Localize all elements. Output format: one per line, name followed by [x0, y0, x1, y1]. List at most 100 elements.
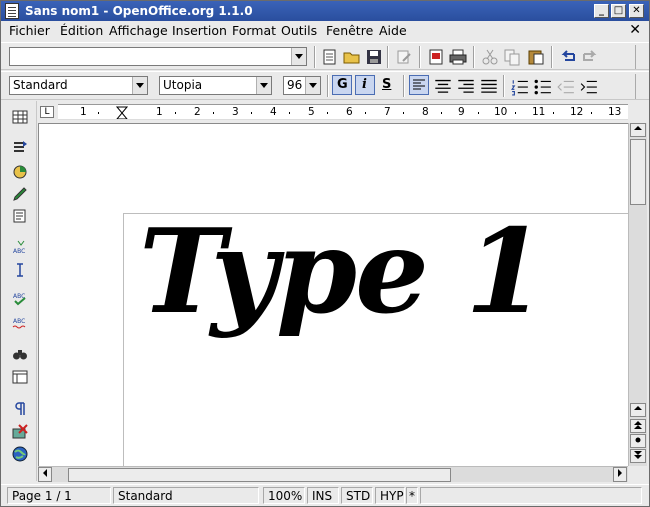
align-right-icon[interactable] — [457, 78, 475, 96]
autocomplete-icon[interactable]: ABC — [12, 239, 28, 255]
minimize-button[interactable]: _ — [594, 4, 609, 18]
ruler-number: 13 — [608, 106, 622, 118]
scroll-left-button[interactable] — [38, 467, 52, 482]
maximize-button[interactable]: □ — [611, 4, 626, 18]
double-down-icon — [634, 451, 642, 459]
export-pdf-icon[interactable] — [427, 48, 445, 66]
url-combobox[interactable] — [9, 47, 307, 66]
title-bar[interactable]: Sans nom1 - OpenOffice.org 1.1.0 _ □ ✕ — [1, 1, 649, 21]
numbering-icon[interactable] — [511, 78, 529, 96]
font-size-value: 96 — [287, 78, 303, 92]
horizontal-scroll-thumb[interactable] — [68, 468, 451, 482]
shadow-button[interactable]: S — [382, 77, 391, 92]
align-left-button[interactable] — [409, 75, 429, 95]
ruler-number: 6 — [346, 106, 353, 118]
menu-insertion[interactable]: Insertion — [172, 23, 227, 38]
previous-page-button[interactable] — [630, 419, 646, 433]
save-icon[interactable] — [365, 48, 383, 66]
print-icon[interactable] — [449, 48, 467, 66]
form-controls-icon[interactable] — [12, 208, 28, 224]
status-insert-mode[interactable]: INS — [307, 487, 339, 504]
new-document-icon[interactable] — [321, 48, 339, 66]
paragraph-style-combobox[interactable]: Standard — [9, 76, 148, 95]
bold-button[interactable]: G — [332, 75, 352, 95]
copy-icon[interactable] — [503, 48, 521, 66]
close-window-button[interactable]: ✕ — [629, 4, 644, 18]
scroll-right-button[interactable] — [613, 467, 627, 482]
menu-outils[interactable]: Outils — [281, 23, 317, 38]
window-title: Sans nom1 - OpenOffice.org 1.1.0 — [25, 4, 253, 18]
font-name-combobox[interactable]: Utopia — [159, 76, 272, 95]
italic-button[interactable]: i — [355, 75, 375, 95]
open-folder-icon[interactable] — [343, 48, 361, 66]
application-window: Sans nom1 - OpenOffice.org 1.1.0 _ □ ✕ F… — [0, 0, 650, 507]
document-icon — [5, 3, 19, 19]
ruler-number: 10 — [494, 106, 508, 118]
status-extra — [420, 487, 642, 504]
document-area[interactable]: Type 1 — [38, 123, 628, 466]
italic-label: i — [362, 77, 367, 92]
scroll-up-button[interactable] — [630, 123, 646, 137]
font-name-dropdown-arrow[interactable] — [256, 77, 271, 94]
scroll-up-small-button[interactable] — [630, 403, 646, 417]
spellcheck-icon[interactable]: ABC — [12, 291, 28, 307]
indent-marker-icon[interactable] — [116, 106, 128, 120]
url-dropdown-arrow[interactable] — [291, 48, 306, 65]
decrease-indent-icon[interactable] — [557, 78, 575, 96]
nonprinting-characters-icon[interactable] — [12, 401, 28, 417]
cut-icon[interactable] — [481, 48, 499, 66]
toolbar-scroll-grip[interactable] — [635, 45, 645, 69]
font-size-dropdown-arrow[interactable] — [305, 77, 320, 94]
redo-icon[interactable] — [581, 48, 599, 66]
find-replace-icon[interactable] — [12, 346, 28, 362]
toolbar-scroll-grip[interactable] — [635, 74, 645, 99]
navigation-button[interactable] — [630, 434, 646, 448]
horizontal-ruler[interactable]: L 1 1 2 3 4 5 6 7 8 9 10 11 12 13 — [38, 102, 628, 122]
status-style[interactable]: Standard — [113, 487, 259, 504]
menu-aide[interactable]: Aide — [379, 23, 407, 38]
status-page[interactable]: Page 1 / 1 — [7, 487, 111, 504]
status-selection-mode[interactable]: STD — [341, 487, 373, 504]
increase-indent-icon[interactable] — [580, 78, 598, 96]
format-toolbar: Standard Utopia 96 G i S — [1, 71, 649, 100]
ruler-tick — [175, 112, 176, 114]
font-size-combobox[interactable]: 96 — [283, 76, 321, 95]
show-draw-functions-icon[interactable] — [12, 186, 28, 202]
menu-fichier[interactable]: Fichier — [9, 23, 50, 38]
menu-fenetre[interactable]: Fenêtre — [326, 23, 373, 38]
menu-format[interactable]: Format — [232, 23, 276, 38]
justify-icon[interactable] — [480, 78, 498, 96]
ruler-number: 3 — [232, 106, 239, 118]
horizontal-scrollbar[interactable] — [38, 466, 628, 482]
bullets-icon[interactable] — [534, 78, 552, 96]
graphics-off-icon[interactable] — [12, 424, 28, 440]
ruler-tick — [591, 112, 592, 114]
paragraph-style-dropdown-arrow[interactable] — [132, 77, 147, 94]
vertical-scroll-thumb[interactable] — [630, 139, 646, 205]
status-zoom[interactable]: 100% — [263, 487, 305, 504]
undo-icon[interactable] — [559, 48, 577, 66]
paste-icon[interactable] — [527, 48, 545, 66]
document-text[interactable]: Type 1 — [139, 214, 546, 330]
status-hyperlink-mode[interactable]: HYP — [375, 487, 405, 504]
menu-affichage[interactable]: Affichage — [109, 23, 168, 38]
menu-edition[interactable]: Édition — [60, 23, 103, 38]
ruler-tick — [365, 112, 366, 114]
vertical-scrollbar[interactable] — [628, 123, 647, 466]
toolbar-separator — [387, 46, 389, 68]
align-center-icon[interactable] — [434, 78, 452, 96]
ruler-tick — [213, 112, 214, 114]
close-document-button[interactable]: ✕ — [629, 22, 641, 38]
insert-object-icon[interactable] — [12, 163, 28, 179]
arrow-right-icon — [618, 469, 622, 477]
insert-table-icon[interactable] — [12, 109, 28, 125]
online-layout-icon[interactable] — [12, 446, 28, 462]
insert-fields-icon[interactable] — [12, 139, 28, 155]
toolbar-separator — [403, 75, 405, 97]
tab-stop-selector[interactable]: L — [40, 106, 54, 118]
data-sources-icon[interactable] — [12, 369, 28, 385]
edit-file-icon[interactable] — [395, 48, 413, 66]
next-page-button[interactable] — [630, 449, 646, 463]
text-cursor-icon[interactable] — [12, 262, 28, 278]
auto-spellcheck-icon[interactable]: ABC — [12, 315, 28, 331]
